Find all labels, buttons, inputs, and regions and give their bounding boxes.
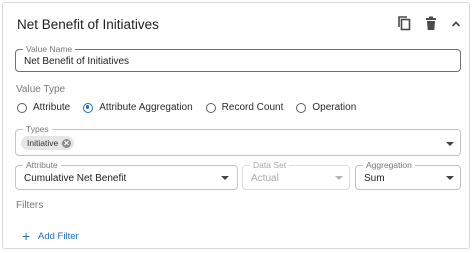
aggregation-value: Sum: [364, 173, 385, 184]
radio-label: Attribute: [33, 102, 71, 113]
attribute-label: Attribute: [23, 160, 61, 171]
value-type-radio-group: Attribute Attribute Aggregation Record C…: [17, 102, 369, 113]
chip-label: Initiative: [27, 138, 59, 148]
types-field[interactable]: Types Initiative: [15, 124, 461, 156]
aggregation-label: Aggregation: [363, 160, 415, 171]
types-label: Types: [23, 124, 52, 135]
plus-icon: +: [22, 228, 31, 244]
radio-circle[interactable]: [17, 102, 27, 113]
value-card: Net Benefit of Initiatives Value Name Ne…: [2, 2, 470, 249]
trash-icon[interactable]: [423, 15, 439, 33]
add-filter-label: Add Filter: [38, 230, 79, 242]
data-set-value: Actual: [251, 173, 279, 184]
data-set-label: Data Set: [250, 160, 290, 171]
radio-label: Attribute Aggregation: [99, 102, 193, 113]
filters-label: Filters: [16, 200, 44, 211]
attribute-dropdown-icon[interactable]: [221, 176, 229, 180]
radio-operation[interactable]: Operation: [296, 102, 356, 113]
card-title: Net Benefit of Initiatives: [17, 17, 159, 32]
value-name-field[interactable]: Value Name Net Benefit of Initiatives: [15, 44, 461, 72]
radio-circle[interactable]: [205, 102, 216, 113]
aggregation-dropdown-icon[interactable]: [446, 176, 454, 180]
radio-circle-checked[interactable]: [83, 102, 94, 113]
value-name-label: Value Name: [23, 44, 76, 55]
radio-attribute[interactable]: Attribute: [17, 102, 70, 113]
radio-circle[interactable]: [296, 102, 307, 113]
copy-icon[interactable]: [397, 15, 413, 33]
attribute-value: Cumulative Net Benefit: [24, 173, 127, 184]
value-type-label: Value Type: [16, 84, 66, 95]
data-set-select: Data Set Actual: [242, 160, 350, 190]
chip-remove-icon[interactable]: [62, 138, 72, 148]
type-chip-initiative: Initiative: [21, 136, 75, 150]
radio-label: Operation: [312, 102, 357, 113]
add-filter-button[interactable]: + Add Filter: [22, 228, 79, 244]
chevron-up-icon[interactable]: [448, 15, 464, 33]
value-name-input[interactable]: Net Benefit of Initiatives: [24, 56, 129, 67]
radio-label: Record Count: [221, 102, 284, 113]
radio-attribute-aggregation[interactable]: Attribute Aggregation: [83, 102, 193, 113]
aggregation-select[interactable]: Aggregation Sum: [355, 160, 461, 190]
data-set-dropdown-icon: [335, 176, 343, 180]
radio-record-count[interactable]: Record Count: [205, 102, 284, 113]
types-dropdown-icon[interactable]: [446, 142, 454, 146]
attribute-select[interactable]: Attribute Cumulative Net Benefit: [15, 160, 238, 190]
